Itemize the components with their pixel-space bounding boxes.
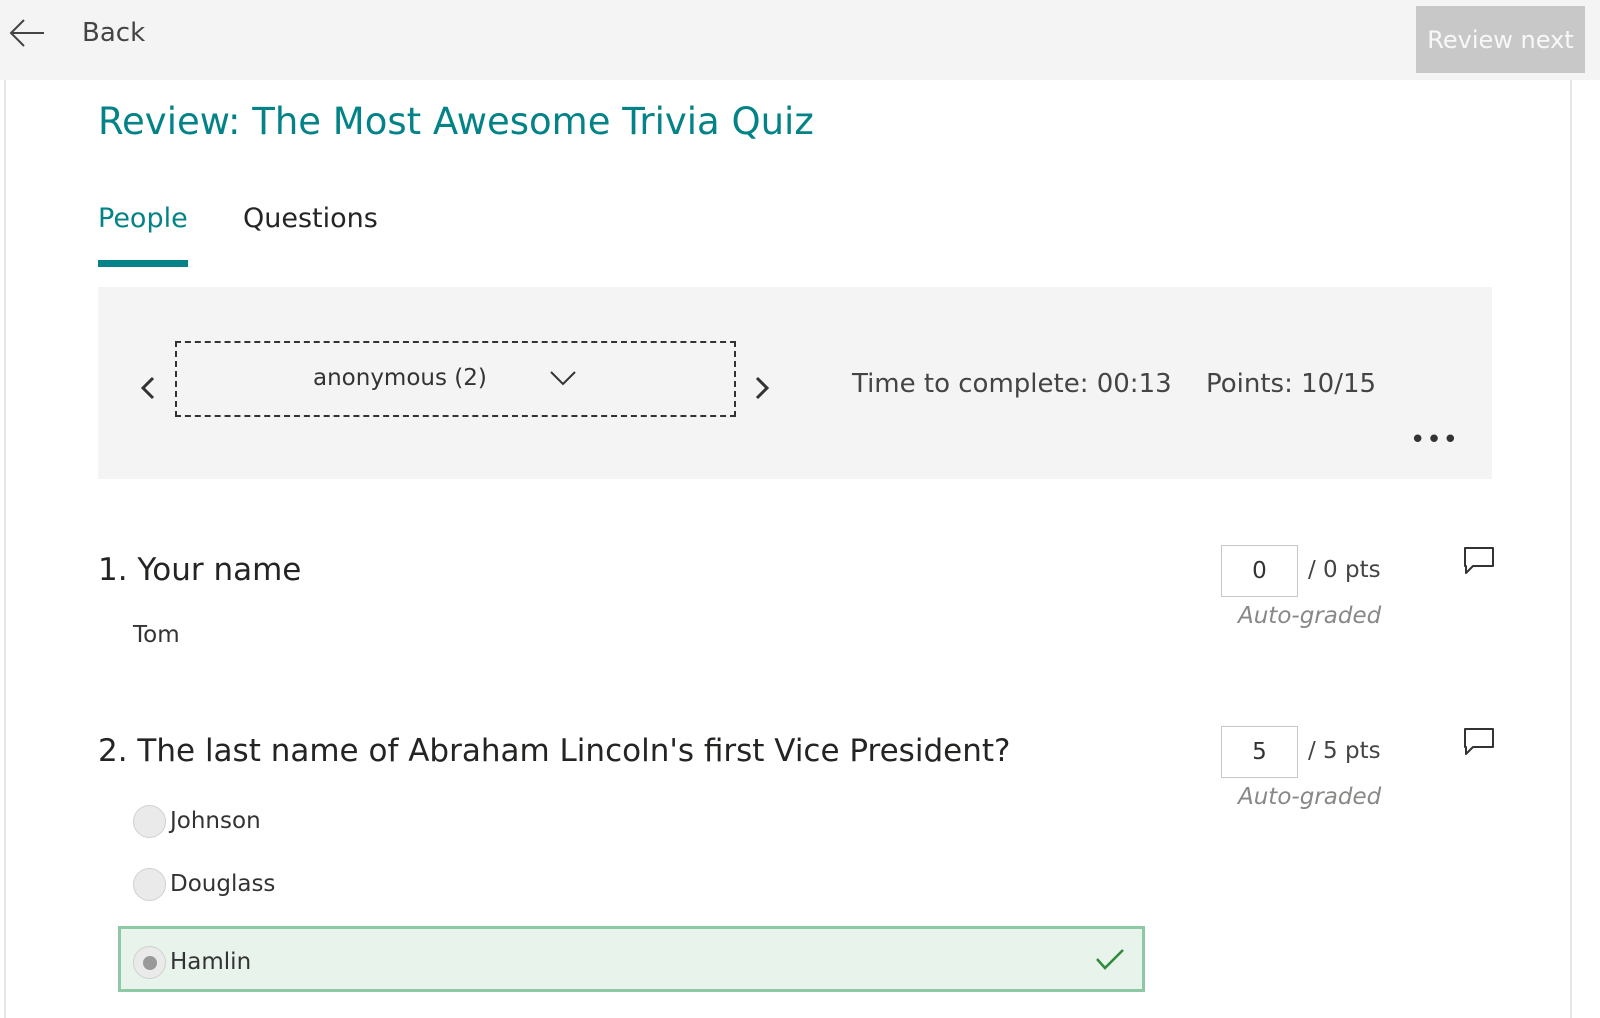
back-label: Back	[82, 18, 146, 48]
comment-icon[interactable]	[1463, 546, 1495, 576]
question-1-grading-label: Auto-graded	[1238, 603, 1382, 629]
right-divider	[1570, 80, 1572, 1018]
question-2-title: 2. The last name of Abraham Lincoln's fi…	[98, 733, 1011, 769]
radio-button[interactable]	[133, 867, 166, 901]
total-points: Points: 10/15	[1206, 369, 1377, 399]
chevron-down-icon	[550, 371, 576, 386]
question-2-grading-label: Auto-graded	[1238, 784, 1382, 810]
previous-response-button[interactable]	[133, 372, 163, 404]
page-title: Review: The Most Awesome Trivia Quiz	[98, 100, 814, 143]
radio-button-selected[interactable]	[133, 945, 166, 979]
question-1-title: 1. Your name	[98, 552, 302, 588]
option-hamlin[interactable]: Hamlin	[133, 944, 251, 980]
top-bar: Back Review next	[0, 0, 1600, 80]
option-douglass[interactable]: Douglass	[133, 866, 275, 902]
time-to-complete: Time to complete: 00:13	[852, 369, 1172, 399]
question-2-score-input[interactable]: 5	[1221, 726, 1298, 778]
tab-questions[interactable]: Questions	[243, 203, 378, 234]
question-1-answer: Tom	[133, 622, 180, 648]
responder-dropdown[interactable]: anonymous (2)	[175, 341, 736, 417]
arrow-left-icon	[9, 19, 44, 47]
checkmark-icon	[1096, 949, 1124, 970]
left-divider	[4, 80, 6, 1018]
responder-name: anonymous (2)	[313, 365, 487, 391]
comment-icon[interactable]	[1463, 727, 1495, 757]
tab-people[interactable]: People	[98, 203, 188, 234]
review-next-button[interactable]: Review next	[1416, 6, 1585, 73]
question-1-max-points: / 0 pts	[1308, 557, 1381, 583]
question-2-max-points: / 5 pts	[1308, 738, 1381, 764]
option-johnson[interactable]: Johnson	[133, 803, 261, 839]
option-label: Douglass	[170, 871, 276, 897]
active-tab-indicator	[98, 260, 188, 267]
chevron-right-icon	[755, 376, 770, 400]
more-options-button[interactable]: •••	[1410, 427, 1458, 457]
response-summary-panel: anonymous (2) Time to complete: 00:13 Po…	[98, 287, 1492, 479]
option-label: Hamlin	[170, 949, 252, 975]
option-label: Johnson	[170, 808, 261, 834]
question-1-score-input[interactable]: 0	[1221, 545, 1298, 597]
next-response-button[interactable]	[747, 372, 777, 404]
radio-button[interactable]	[133, 804, 166, 838]
correct-answer-highlight	[118, 926, 1145, 992]
chevron-left-icon	[140, 376, 155, 400]
back-button[interactable]: Back	[0, 0, 172, 80]
